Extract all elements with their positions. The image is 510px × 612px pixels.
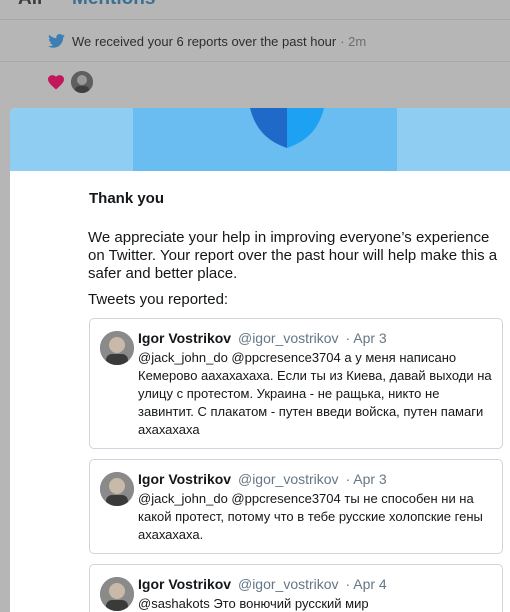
avatar[interactable] (100, 331, 134, 365)
modal-message: We appreciate your help in improving eve… (88, 229, 498, 282)
avatar[interactable] (71, 71, 93, 93)
tweet-author-handle[interactable]: @igor_vostrikov (238, 471, 339, 487)
divider (0, 61, 510, 62)
tab-all[interactable]: All (18, 0, 42, 10)
avatar-image (100, 577, 134, 611)
notification-tabs: All Mentions (0, 0, 510, 10)
modal-banner (10, 108, 510, 171)
avatar-image (71, 71, 93, 93)
avatar-image (100, 331, 134, 365)
tweet-author-name[interactable]: Igor Vostrikov (138, 576, 231, 592)
reported-tweet-card[interactable]: Igor Vostrikov @igor_vostrikov · Apr 3 @… (89, 459, 503, 554)
report-thank-you-modal: Thank you We appreciate your help in imp… (10, 108, 510, 612)
notification-time: · 2m (340, 33, 367, 49)
notification-item[interactable] (48, 71, 93, 93)
tab-mentions[interactable]: Mentions (72, 0, 155, 10)
tweet-author-name[interactable]: Igor Vostrikov (138, 471, 231, 487)
divider (0, 19, 510, 20)
reported-tweet-card[interactable]: Igor Vostrikov @igor_vostrikov · Apr 4 @… (89, 564, 503, 612)
avatar-image (100, 472, 134, 506)
tweet-text: @jack_john_do @ppcresence3704 ты не спос… (138, 491, 483, 542)
modal-title: Thank you (89, 190, 165, 207)
tweet-date[interactable]: · Apr 4 (345, 576, 386, 592)
tweet-date[interactable]: · Apr 3 (345, 471, 386, 487)
tweet-author-handle[interactable]: @igor_vostrikov (238, 330, 339, 346)
tweet-text: @jack_john_do @ppcresence3704 а у меня н… (138, 350, 492, 437)
shield-icon (250, 108, 324, 148)
notification-text: We received your 6 reports over the past… (72, 33, 337, 49)
heart-icon (48, 74, 64, 89)
tweet-author-name[interactable]: Igor Vostrikov (138, 330, 231, 346)
notification-item[interactable]: We received your 6 reports over the past… (48, 32, 366, 50)
tweet-header: Igor Vostrikov @igor_vostrikov · Apr 3 (138, 330, 387, 346)
tweet-date[interactable]: · Apr 3 (345, 330, 386, 346)
avatar[interactable] (100, 577, 134, 611)
twitter-bird-icon (48, 34, 65, 48)
tweet-header: Igor Vostrikov @igor_vostrikov · Apr 3 (138, 471, 387, 487)
avatar[interactable] (100, 472, 134, 506)
tweet-text: @sashakots Это вонючий русский мир (138, 596, 369, 611)
tweet-header: Igor Vostrikov @igor_vostrikov · Apr 4 (138, 576, 387, 592)
reported-tweet-card[interactable]: Igor Vostrikov @igor_vostrikov · Apr 3 @… (89, 318, 503, 449)
tweet-author-handle[interactable]: @igor_vostrikov (238, 576, 339, 592)
reported-tweets-label: Tweets you reported: (88, 291, 229, 308)
